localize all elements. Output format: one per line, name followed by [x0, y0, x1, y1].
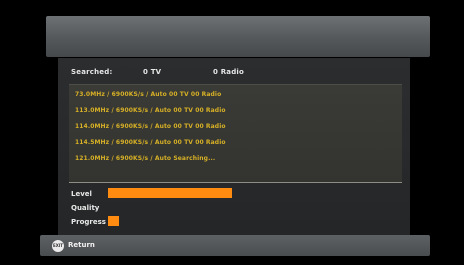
- level-label: Level: [71, 190, 92, 198]
- progress-bar: [108, 216, 119, 226]
- result-line: 114.0MHz / 6900KS/s / Auto 00 TV 00 Radi…: [75, 123, 226, 130]
- radio-count: 0 Radio: [213, 68, 245, 76]
- level-bar: [108, 188, 232, 198]
- result-line: 121.0MHz / 6900KS/s / Auto Searching...: [75, 155, 216, 162]
- return-label: Return: [68, 241, 95, 249]
- result-line: 114.5MHz / 6900KS/s / Auto 00 TV 00 Radi…: [75, 139, 226, 146]
- tv-count: 0 TV: [143, 68, 162, 76]
- progress-label: Progress: [71, 218, 106, 226]
- quality-label: Quality: [71, 204, 100, 212]
- header-bar: [46, 16, 430, 57]
- footer-bar: [40, 235, 430, 256]
- result-line: 113.0MHz / 6900KS/s / Auto 00 TV 00 Radi…: [75, 107, 226, 114]
- searched-label: Searched:: [71, 68, 113, 76]
- channel-search-screen: Searched: 0 TV 0 Radio 73.0MHz / 6900KS/…: [0, 0, 464, 265]
- result-line: 73.0MHz / 6900KS/s / Auto 00 TV 00 Radio: [75, 91, 222, 98]
- results-list: 73.0MHz / 6900KS/s / Auto 00 TV 00 Radio…: [69, 84, 402, 183]
- exit-button-icon[interactable]: EXIT: [52, 240, 64, 252]
